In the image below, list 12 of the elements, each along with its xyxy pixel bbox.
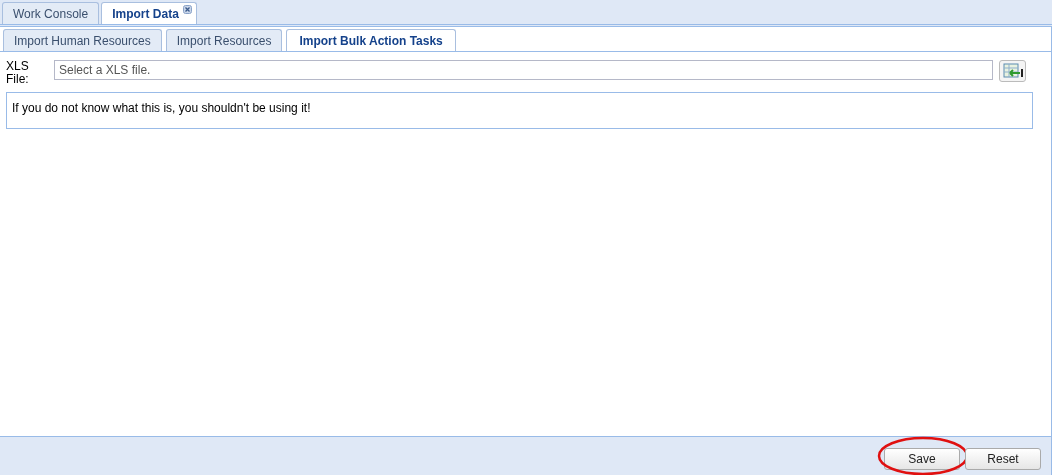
file-field[interactable]: Select a XLS file. — [54, 60, 993, 80]
tab[interactable]: Import Resources — [165, 29, 283, 51]
close-icon[interactable] — [182, 5, 192, 14]
save-button[interactable]: Save — [884, 448, 960, 470]
tab[interactable]: Import Data — [101, 2, 197, 24]
tab[interactable]: Import Bulk Action Tasks — [286, 29, 456, 51]
browse-button[interactable] — [999, 60, 1026, 82]
field-label: XLS File: — [6, 60, 30, 86]
info-text: If you do not know what this is, you shouldn't be using it! — [12, 101, 311, 115]
tab[interactable]: Import Human Resources — [3, 29, 162, 51]
reset-button[interactable]: Reset — [965, 448, 1041, 470]
tab[interactable]: Work Console — [2, 2, 100, 24]
